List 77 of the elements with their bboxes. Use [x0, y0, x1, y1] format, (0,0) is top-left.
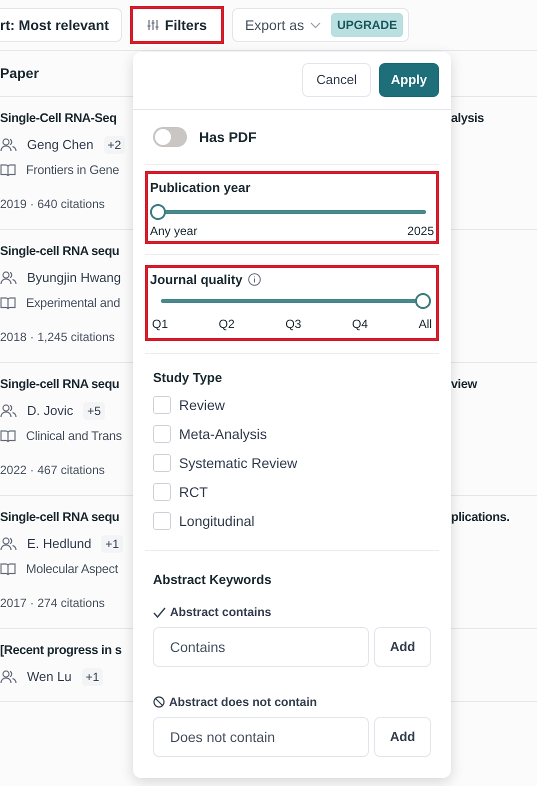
- checkbox[interactable]: [153, 425, 171, 443]
- checkbox-label[interactable]: RCT: [179, 482, 208, 502]
- upgrade-badge: UPGRADE: [331, 13, 404, 37]
- people-icon: [0, 138, 17, 152]
- more-authors-badge[interactable]: +1: [101, 535, 124, 553]
- more-authors-badge[interactable]: +5: [83, 402, 105, 420]
- more-authors-badge[interactable]: +2: [104, 136, 126, 154]
- paper-meta: 2018 · 1,245 citations: [0, 329, 115, 346]
- slider-thumb[interactable]: [150, 204, 166, 220]
- checkbox-label[interactable]: Meta-Analysis: [179, 424, 267, 444]
- people-icon: [0, 670, 17, 684]
- section-title: Publication year: [150, 179, 252, 197]
- book-icon: [0, 164, 16, 176]
- author-name[interactable]: Wen Lu: [27, 667, 72, 687]
- field-label: Abstract contains: [170, 604, 272, 621]
- paper-title[interactable]: Single-Cell RNA-Seq: [0, 110, 117, 125]
- journal-name: Experimental and: [26, 294, 120, 312]
- sliders-icon: [146, 19, 159, 31]
- column-header: Paper: [0, 64, 39, 83]
- journal-name: Molecular Aspect: [26, 560, 118, 578]
- keyword-input[interactable]: Contains: [153, 627, 370, 667]
- paper-meta: 2019 · 640 citations: [0, 196, 105, 213]
- author-name[interactable]: Byungjin Hwang: [27, 268, 121, 288]
- checkbox[interactable]: [153, 396, 171, 414]
- journal-name: Frontiers in Gene: [26, 162, 120, 179]
- checkbox[interactable]: [153, 512, 171, 530]
- chevron-down-icon: [310, 22, 322, 28]
- checkbox-label[interactable]: Review: [179, 394, 225, 416]
- checkbox[interactable]: [153, 454, 171, 472]
- more-authors-badge[interactable]: +1: [82, 668, 104, 686]
- paper-title[interactable]: alysis: [451, 108, 484, 128]
- book-icon: [0, 562, 16, 576]
- prohibited-icon: [153, 696, 165, 708]
- journal-name: Clinical and Trans: [26, 428, 122, 445]
- slider-tick-label: Q1: [152, 316, 168, 333]
- checkmark-icon: [153, 606, 166, 618]
- section-title: Journal quality: [150, 270, 242, 289]
- slider-tick-label: Q2: [218, 316, 235, 333]
- slider-min-label: Any year: [150, 222, 198, 240]
- add-button[interactable]: Add: [374, 627, 431, 667]
- slider-tick-label: Q3: [285, 316, 302, 333]
- toggle-switch[interactable]: [153, 127, 187, 147]
- book-icon: [0, 296, 16, 310]
- people-icon: [0, 537, 17, 551]
- apply-button[interactable]: Apply: [378, 63, 439, 97]
- author-name[interactable]: E. Hedlund: [27, 534, 92, 554]
- paper-title[interactable]: Single-cell RNA sequ: [0, 244, 120, 258]
- paper-title[interactable]: Single-cell RNA sequ: [0, 376, 120, 391]
- slider-max-label: 2025: [407, 222, 434, 240]
- export-button[interactable]: Export as UPGRADE: [232, 8, 410, 42]
- slider-tick-label: Q4: [352, 316, 368, 333]
- paper-title[interactable]: [Recent progress in s: [0, 642, 122, 657]
- sort-button[interactable]: rt: Most relevant: [0, 8, 122, 42]
- add-button[interactable]: Add: [374, 717, 431, 757]
- toggle-label[interactable]: Has PDF: [199, 126, 257, 148]
- slider-tick-label: All: [418, 316, 432, 333]
- author-name[interactable]: Geng Chen: [27, 135, 94, 155]
- book-icon: [0, 430, 16, 442]
- paper-meta: 2017 · 274 citations: [0, 595, 105, 612]
- paper-title[interactable]: Single-cell RNA sequ: [0, 510, 120, 524]
- checkbox-label[interactable]: Longitudinal: [179, 510, 255, 532]
- filters-button[interactable]: Filters: [130, 6, 224, 44]
- slider-thumb[interactable]: [415, 293, 431, 309]
- checkbox[interactable]: [153, 483, 171, 501]
- paper-title[interactable]: view: [451, 374, 477, 394]
- info-icon[interactable]: [248, 272, 262, 286]
- field-label: Abstract does not contain: [169, 694, 318, 711]
- checkbox-label[interactable]: Systematic Review: [179, 452, 298, 474]
- paper-meta: 2022 · 467 citations: [0, 462, 105, 479]
- section-title: Study Type: [153, 369, 224, 387]
- people-icon: [0, 404, 17, 418]
- keyword-input[interactable]: Does not contain: [153, 717, 370, 757]
- paper-title[interactable]: plications.: [451, 508, 510, 526]
- author-name[interactable]: D. Jovic: [27, 401, 74, 421]
- people-icon: [0, 271, 17, 285]
- cancel-button[interactable]: Cancel: [302, 63, 371, 97]
- section-title: Abstract Keywords: [153, 570, 272, 589]
